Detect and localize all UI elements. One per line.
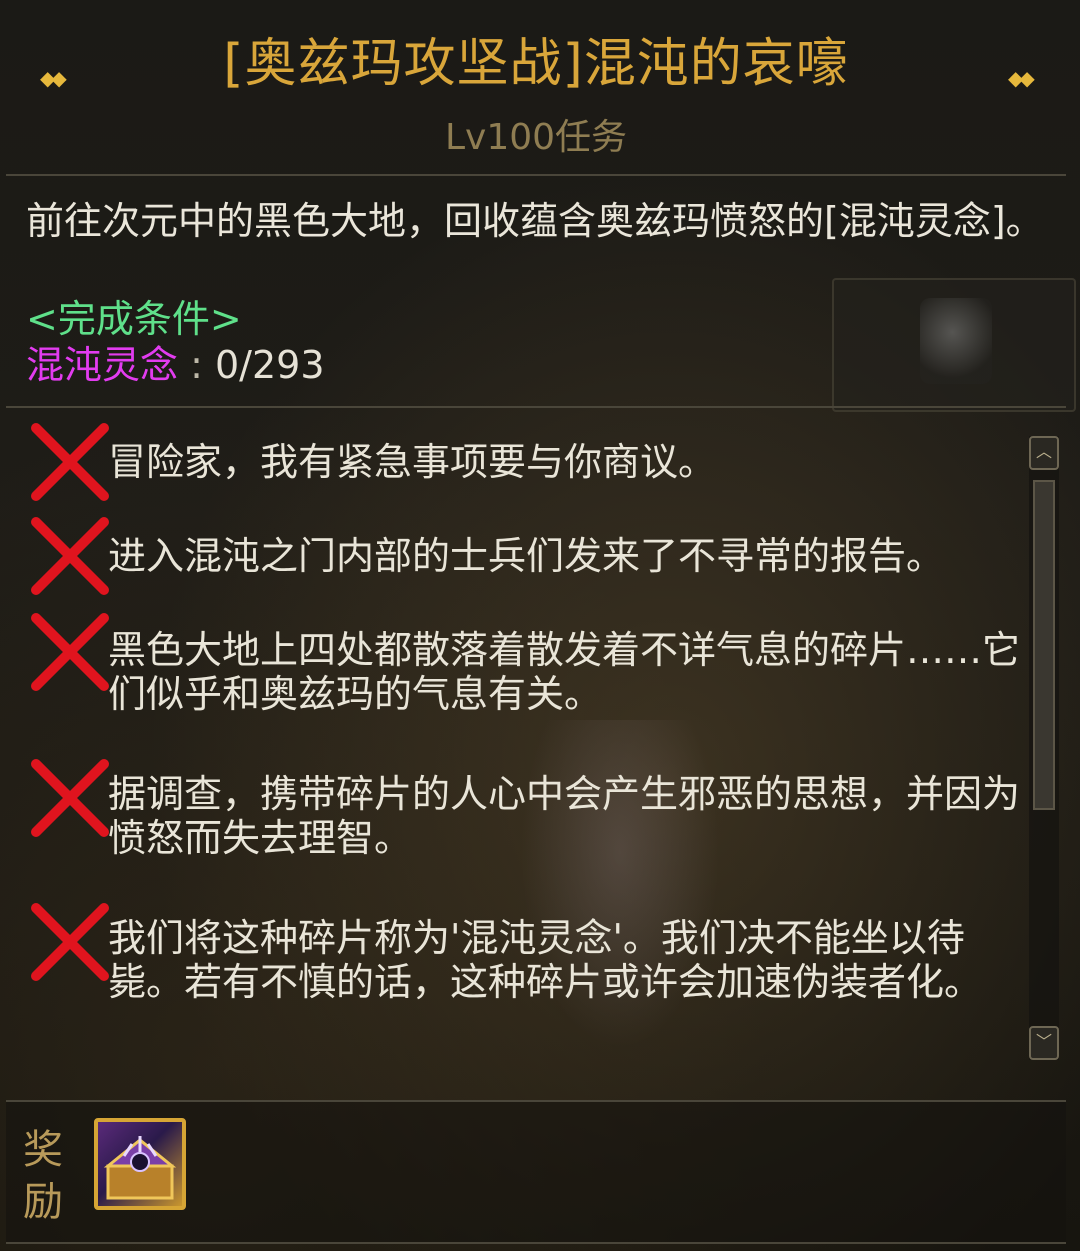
dialogue-text: 进入混沌之门内部的士兵们发来了不寻常的报告。 <box>108 534 945 578</box>
red-x-icon <box>28 420 112 504</box>
dialogue-text: 黑色大地上四处都散落着散发着不详气息的碎片……它们似乎和奥兹玛的气息有关。 <box>108 628 1021 716</box>
condition-separator: : <box>178 343 215 387</box>
condition-progress: 0/293 <box>214 343 325 387</box>
red-x-icon <box>28 756 112 840</box>
scrollbar-thumb[interactable] <box>1033 480 1055 810</box>
dialogue-text: 据调查，携带碎片的人心中会产生邪恶的思想，并因为愤怒而失去理智。 <box>108 772 1021 860</box>
red-x-icon <box>28 514 112 598</box>
divider <box>6 406 1066 408</box>
completion-condition-heading: <完成条件> <box>26 297 242 341</box>
chevron-down-icon: ﹀ <box>1035 1032 1052 1051</box>
chevron-up-icon: ︿ <box>1035 442 1052 461</box>
dialogue-list[interactable]: 冒险家，我有紧急事项要与你商议。 进入混沌之门内部的士兵们发来了不寻常的报告。 … <box>8 414 1028 1086</box>
quest-title: [奥兹玛攻坚战]混沌的哀嚎 <box>223 34 849 94</box>
condition-item-name: 混沌灵念 <box>26 343 179 387</box>
diamond-ornament-icon: ◆◆ <box>1008 66 1035 90</box>
reward-label: 奖励 <box>23 1127 63 1225</box>
completion-condition: 混沌灵念 : 0/293 <box>26 342 325 388</box>
scroll-down-button[interactable]: ﹀ <box>1029 1026 1059 1060</box>
background-armor-icon <box>920 298 992 384</box>
quest-window: ◆◆ [奥兹玛攻坚战]混沌的哀嚎 ◆◆ Lv100任务 前往次元中的黑色大地，回… <box>0 0 1080 1251</box>
quest-level: Lv100任务 <box>444 117 628 158</box>
red-x-icon <box>28 610 112 694</box>
dialogue-text: 冒险家，我有紧急事项要与你商议。 <box>108 440 717 484</box>
scroll-up-button[interactable]: ︿ <box>1029 436 1059 470</box>
dialogue-text: 我们将这种碎片称为'混沌灵念'。我们决不能坐以待毙。若有不慎的话，这种碎片或许会… <box>108 916 983 1004</box>
quest-description: 前往次元中的黑色大地，回收蕴含奥兹玛愤怒的[混沌灵念]。 <box>26 199 1044 243</box>
red-x-icon <box>28 900 112 984</box>
reward-section: 奖励 <box>6 1100 1066 1244</box>
treasure-box-icon[interactable] <box>94 1118 186 1210</box>
quest-header: ◆◆ [奥兹玛攻坚战]混沌的哀嚎 ◆◆ Lv100任务 <box>6 8 1066 176</box>
